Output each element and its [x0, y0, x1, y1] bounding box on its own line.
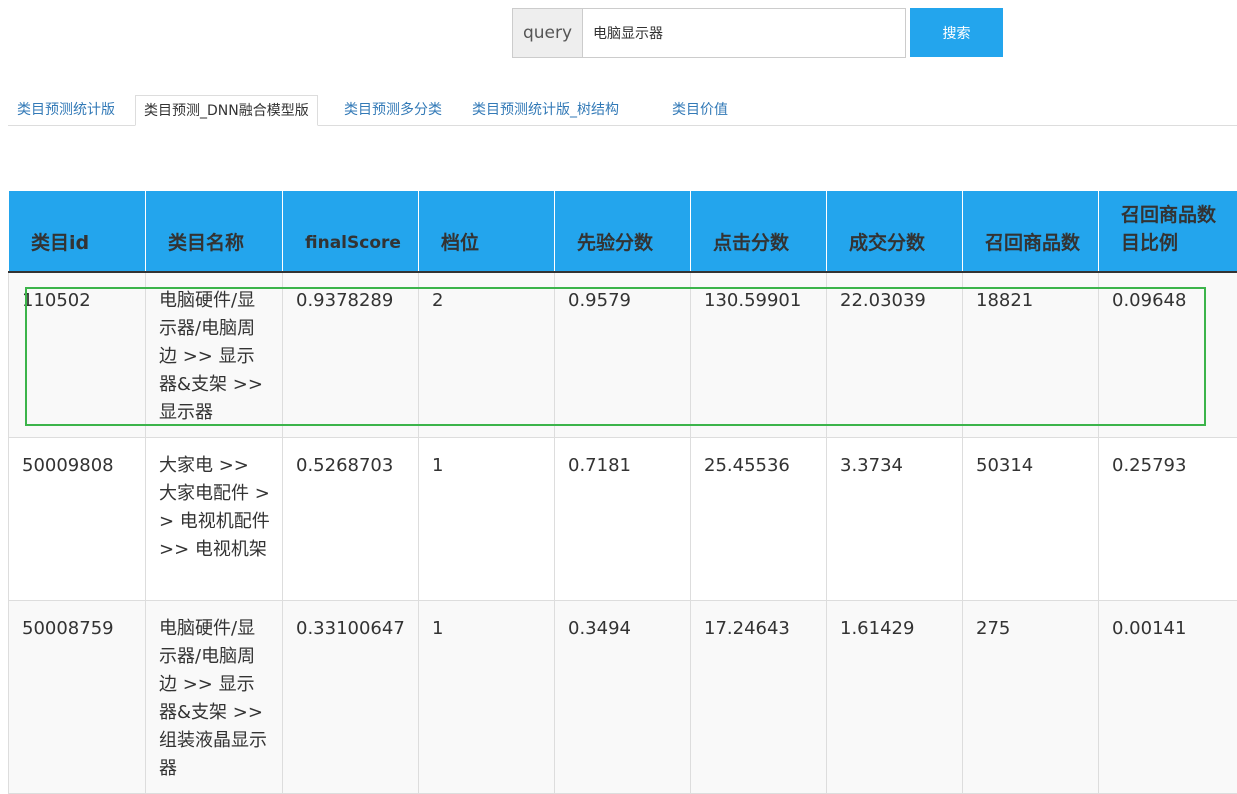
cell-tier: 2: [419, 272, 555, 438]
tab-category-stat-tree[interactable]: 类目预测统计版_树结构: [472, 95, 619, 126]
tab-category-multiclass[interactable]: 类目预测多分类: [344, 95, 442, 126]
cell-deal-score: 1.61429: [827, 601, 963, 794]
cell-click-score: 17.24643: [691, 601, 827, 794]
cell-recall-ratio: 0.09648: [1099, 272, 1237, 438]
tab-category-dnn[interactable]: 类目预测_DNN融合模型版: [135, 95, 318, 126]
search-button[interactable]: 搜索: [910, 8, 1003, 57]
header-prior-score: 先验分数: [555, 191, 691, 272]
cell-deal-score: 3.3734: [827, 438, 963, 601]
tab-category-stat[interactable]: 类目预测统计版: [17, 95, 115, 126]
table-header-row: 类目id 类目名称 finalScore 档位 先验分数 点击分数 成交分数 召…: [9, 191, 1237, 272]
header-recall-ratio: 召回商品数目比例: [1099, 191, 1237, 272]
header-deal-score: 成交分数: [827, 191, 963, 272]
results-table: 类目id 类目名称 finalScore 档位 先验分数 点击分数 成交分数 召…: [8, 191, 1237, 794]
cell-prior-score: 0.3494: [555, 601, 691, 794]
table-row: 50009808 大家电 >> 大家电配件 >> 电视机配件 >> 电视机架 0…: [9, 438, 1237, 601]
cell-recall-ratio: 0.00141: [1099, 601, 1237, 794]
cell-final-score: 0.33100647: [283, 601, 419, 794]
cell-category-id: 110502: [9, 272, 146, 438]
cell-category-id: 50008759: [9, 601, 146, 794]
cell-category-id: 50009808: [9, 438, 146, 601]
cell-click-score: 25.45536: [691, 438, 827, 601]
query-addon-label: query: [513, 9, 583, 57]
header-click-score: 点击分数: [691, 191, 827, 272]
cell-recall-count: 18821: [963, 272, 1099, 438]
table-row: 110502 电脑硬件/显示器/电脑周边 >> 显示器&支架 >> 显示器 0.…: [9, 272, 1237, 438]
header-category-name: 类目名称: [146, 191, 283, 272]
header-final-score: finalScore: [283, 191, 419, 272]
cell-tier: 1: [419, 601, 555, 794]
cell-recall-ratio: 0.25793: [1099, 438, 1237, 601]
cell-recall-count: 50314: [963, 438, 1099, 601]
header-tier: 档位: [419, 191, 555, 272]
tab-category-value[interactable]: 类目价值: [672, 95, 728, 126]
cell-final-score: 0.9378289: [283, 272, 419, 438]
cell-category-name: 电脑硬件/显示器/电脑周边 >> 显示器&支架 >> 显示器: [146, 272, 283, 438]
cell-prior-score: 0.9579: [555, 272, 691, 438]
cell-category-name: 大家电 >> 大家电配件 >> 电视机配件 >> 电视机架: [146, 438, 283, 601]
header-recall-count: 召回商品数: [963, 191, 1099, 272]
table-row: 50008759 电脑硬件/显示器/电脑周边 >> 显示器&支架 >> 组装液晶…: [9, 601, 1237, 794]
cell-category-name: 电脑硬件/显示器/电脑周边 >> 显示器&支架 >> 组装液晶显示器: [146, 601, 283, 794]
search-input[interactable]: [583, 9, 905, 57]
cell-deal-score: 22.03039: [827, 272, 963, 438]
cell-tier: 1: [419, 438, 555, 601]
cell-final-score: 0.5268703: [283, 438, 419, 601]
tab-bar: 类目预测统计版 类目预测_DNN融合模型版 类目预测多分类 类目预测统计版_树结…: [8, 95, 1237, 126]
header-category-id: 类目id: [9, 191, 146, 272]
cell-recall-count: 275: [963, 601, 1099, 794]
cell-click-score: 130.59901: [691, 272, 827, 438]
search-bar: query: [512, 8, 906, 58]
cell-prior-score: 0.7181: [555, 438, 691, 601]
